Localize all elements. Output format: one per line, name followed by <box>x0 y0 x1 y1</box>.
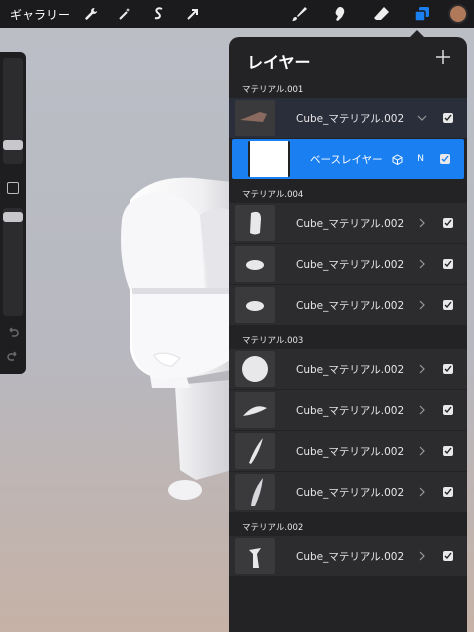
visibility-checkbox[interactable] <box>440 154 450 164</box>
visibility-checkbox[interactable] <box>443 551 453 561</box>
panel-title: レイヤー <box>247 53 311 72</box>
blend-mode-button[interactable]: N <box>417 154 424 164</box>
group-label[interactable]: マテリアル.004 <box>229 188 467 202</box>
layer-row[interactable]: Cube_マテリアル.002 <box>229 349 467 389</box>
visibility-checkbox[interactable] <box>443 259 453 269</box>
layer-thumbnail <box>235 205 275 241</box>
layers-panel: レイヤー マテリアル.001 Cube_マテリアル.002 ベースレイヤー N … <box>229 37 467 632</box>
layer-row[interactable]: Cube_マテリアル.002 <box>229 203 467 243</box>
group-label[interactable]: マテリアル.001 <box>229 83 467 97</box>
chevron-right-icon[interactable] <box>417 446 427 456</box>
layer-name: Cube_マテリアル.002 <box>296 112 405 125</box>
chevron-right-icon[interactable] <box>417 300 427 310</box>
group-label[interactable]: マテリアル.002 <box>229 521 467 535</box>
layer-name: Cube_マテリアル.002 <box>296 217 405 230</box>
chevron-right-icon[interactable] <box>417 364 427 374</box>
layer-row[interactable]: Cube_マテリアル.002 <box>229 285 467 325</box>
visibility-checkbox[interactable] <box>443 405 453 415</box>
3d-cube-icon[interactable] <box>392 153 403 165</box>
chevron-down-icon[interactable] <box>417 113 427 123</box>
chevron-right-icon[interactable] <box>417 218 427 228</box>
chevron-right-icon[interactable] <box>417 259 427 269</box>
layer-thumbnail <box>235 392 275 428</box>
group-label[interactable]: マテリアル.003 <box>229 334 467 348</box>
layer-row[interactable]: Cube_マテリアル.002 <box>229 98 467 138</box>
visibility-checkbox[interactable] <box>443 300 453 310</box>
chevron-right-icon[interactable] <box>417 487 427 497</box>
layer-thumbnail <box>235 351 275 387</box>
visibility-checkbox[interactable] <box>443 364 453 374</box>
layer-name: Cube_マテリアル.002 <box>296 550 405 563</box>
layer-name: Cube_マテリアル.002 <box>296 299 405 312</box>
layer-name: Cube_マテリアル.002 <box>296 258 405 271</box>
layer-row[interactable]: Cube_マテリアル.002 <box>229 472 467 512</box>
layer-thumbnail <box>248 141 290 177</box>
layer-row[interactable]: Cube_マテリアル.002 <box>229 244 467 284</box>
visibility-checkbox[interactable] <box>443 113 453 123</box>
layer-name: Cube_マテリアル.002 <box>296 363 405 376</box>
layer-name: ベースレイヤー <box>310 153 383 166</box>
layer-name: Cube_マテリアル.002 <box>296 486 405 499</box>
layer-row-selected[interactable]: ベースレイヤー N <box>232 139 464 179</box>
layer-thumbnail <box>235 474 275 510</box>
layer-name: Cube_マテリアル.002 <box>296 445 405 458</box>
layer-thumbnail <box>235 100 275 136</box>
chevron-right-icon[interactable] <box>417 551 427 561</box>
visibility-checkbox[interactable] <box>443 446 453 456</box>
layer-thumbnail <box>235 433 275 469</box>
layer-row[interactable]: Cube_マテリアル.002 <box>229 536 467 576</box>
layer-thumbnail <box>235 538 275 574</box>
layers-panel-header: レイヤー <box>229 37 467 83</box>
chevron-right-icon[interactable] <box>417 405 427 415</box>
visibility-checkbox[interactable] <box>443 218 453 228</box>
layer-thumbnail <box>235 287 275 323</box>
layer-thumbnail <box>235 246 275 282</box>
layer-row[interactable]: Cube_マテリアル.002 <box>229 431 467 471</box>
layer-row[interactable]: Cube_マテリアル.002 <box>229 390 467 430</box>
layer-name: Cube_マテリアル.002 <box>296 404 405 417</box>
visibility-checkbox[interactable] <box>443 487 453 497</box>
add-layer-button[interactable] <box>433 47 453 67</box>
